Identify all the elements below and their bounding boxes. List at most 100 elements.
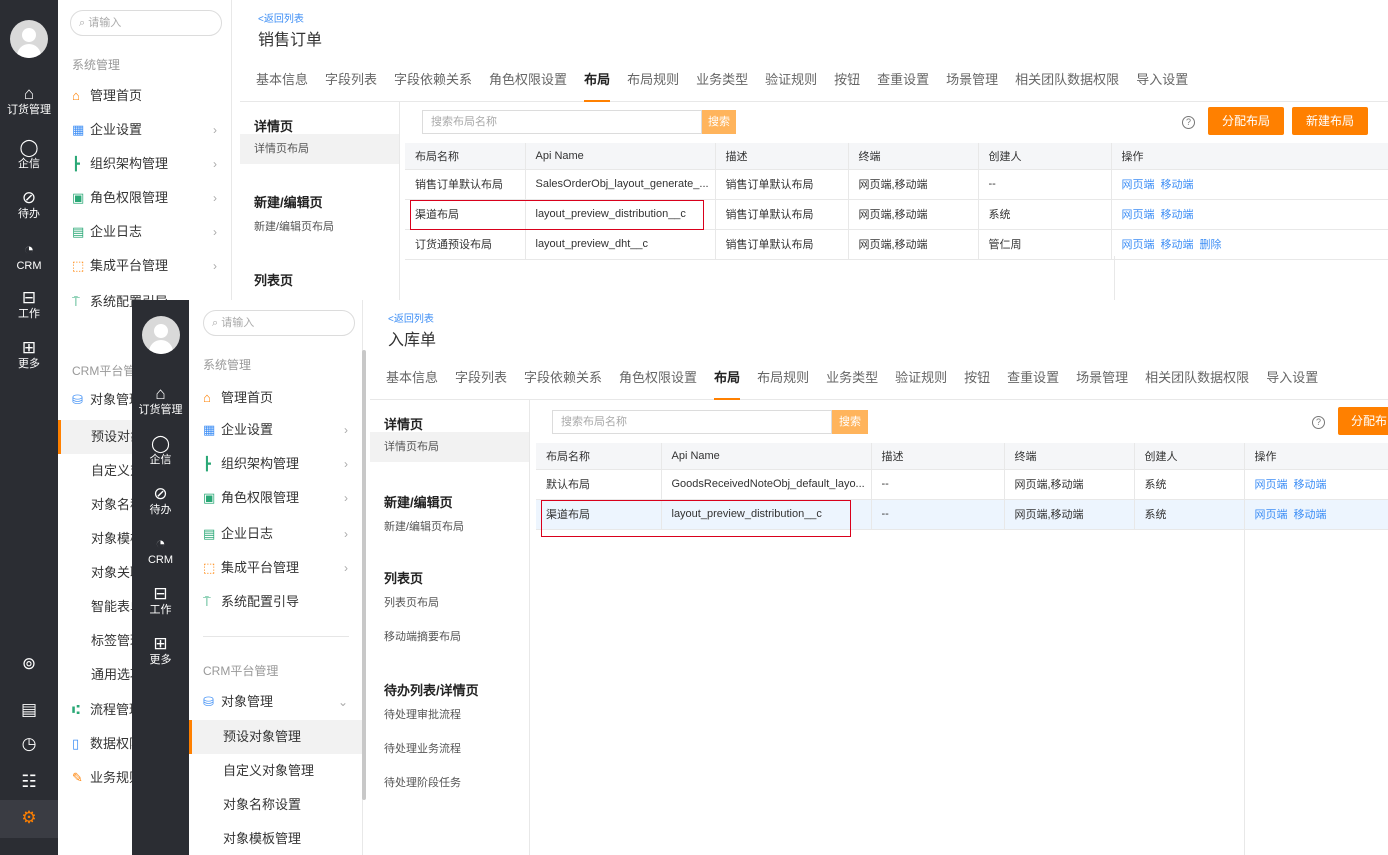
list-page-layout-item[interactable]: 列表页布局 — [384, 588, 439, 618]
mobile-layout-link[interactable]: 移动端 — [1161, 239, 1194, 251]
sidebar-scrollbar[interactable] — [362, 350, 366, 800]
rail-ordering[interactable]: ⌂ 订货管理 — [0, 84, 58, 117]
menu-config-guide[interactable]: ⍑ 系统配置引导 — [203, 586, 348, 618]
menu-smart-form[interactable]: 智能表单 — [58, 590, 143, 624]
sidebar-search-input[interactable]: ⌕ 请输入 — [203, 310, 355, 336]
tab-team-data-perm[interactable]: 相关团队数据权限 — [1015, 58, 1119, 102]
menu-object-template[interactable]: 对象模板 — [58, 522, 143, 556]
menu-object-relation[interactable]: 对象关联 — [58, 556, 143, 590]
tab-scene-mgmt[interactable]: 场景管理 — [946, 58, 998, 102]
back-to-list-link[interactable]: <返回列表 — [388, 310, 434, 325]
sidebar-search-input[interactable]: ⌕ 请输入 — [70, 10, 222, 36]
detail-page-layout-item[interactable]: 详情页布局 — [370, 432, 529, 462]
menu-log[interactable]: ▤ 企业日志 › — [72, 216, 217, 248]
menu-org[interactable]: ┣ 组织架构管理 › — [72, 148, 217, 180]
tab-import-settings[interactable]: 导入设置 — [1266, 356, 1318, 400]
tab-layout-rules[interactable]: 布局规则 — [627, 58, 679, 102]
menu-preset-object[interactable]: 预设对象 — [58, 420, 143, 454]
web-layout-link[interactable]: 网页端 — [1122, 209, 1155, 221]
help-icon[interactable]: ⊚ — [0, 654, 58, 674]
tab-field-list[interactable]: 字段列表 — [455, 356, 507, 400]
menu-tag-mgmt[interactable]: 标签管理 — [58, 624, 143, 658]
tab-duplicate-check[interactable]: 查重设置 — [1007, 356, 1059, 400]
rail-crm[interactable]: ◔ CRM — [132, 534, 189, 567]
help-icon[interactable]: ? — [1312, 416, 1325, 429]
settings-gear-icon[interactable]: ⚙ — [0, 808, 58, 828]
tab-basic-info[interactable]: 基本信息 — [386, 356, 438, 400]
mobile-layout-link[interactable]: 移动端 — [1294, 509, 1327, 521]
menu-home[interactable]: ⌂ 管理首页 — [72, 80, 217, 112]
web-layout-link[interactable]: 网页端 — [1122, 179, 1155, 191]
tab-field-list[interactable]: 字段列表 — [325, 58, 377, 102]
pending-approval-item[interactable]: 待处理审批流程 — [384, 700, 461, 730]
menu-custom-object-mgmt[interactable]: 自定义对象管理 — [189, 754, 362, 788]
search-button[interactable]: 搜索 — [832, 410, 868, 434]
pending-stage-task-item[interactable]: 待处理阶段任务 — [384, 768, 461, 798]
menu-integration[interactable]: ⬚ 集成平台管理 › — [203, 552, 348, 584]
rail-messages[interactable]: ◯ 企信 — [0, 138, 58, 171]
menu-org[interactable]: ┣ 组织架构管理 › — [203, 448, 348, 480]
document-icon[interactable]: ▤ — [0, 700, 58, 720]
edit-page-layout-item[interactable]: 新建/编辑页布局 — [254, 212, 334, 242]
tab-buttons[interactable]: 按钮 — [834, 58, 860, 102]
search-button[interactable]: 搜索 — [702, 110, 736, 134]
menu-roles[interactable]: ▣ 角色权限管理 › — [72, 182, 217, 214]
tab-basic-info[interactable]: 基本信息 — [256, 58, 308, 102]
help-icon[interactable]: ? — [1182, 116, 1195, 129]
mobile-summary-layout-item[interactable]: 移动端摘要布局 — [384, 622, 461, 652]
tab-scene-mgmt[interactable]: 场景管理 — [1076, 356, 1128, 400]
assign-layout-button[interactable]: 分配布 — [1338, 407, 1388, 435]
menu-object-name-settings[interactable]: 对象名称设置 — [189, 788, 362, 822]
clock-icon[interactable]: ◷ — [0, 734, 58, 754]
web-layout-link[interactable]: 网页端 — [1255, 509, 1288, 521]
tab-import-settings[interactable]: 导入设置 — [1136, 58, 1188, 102]
menu-object-mgmt[interactable]: ⛁ 对象管理 ⌄ — [203, 686, 348, 718]
menu-home[interactable]: ⌂ 管理首页 — [203, 382, 348, 414]
pending-business-flow-item[interactable]: 待处理业务流程 — [384, 734, 461, 764]
menu-object-template-mgmt[interactable]: 对象模板管理 — [189, 822, 362, 855]
rail-messages[interactable]: ◯ 企信 — [132, 434, 189, 467]
tab-business-type[interactable]: 业务类型 — [826, 356, 878, 400]
menu-enterprise[interactable]: ▦ 企业设置 › — [72, 114, 217, 146]
tab-field-dependency[interactable]: 字段依赖关系 — [524, 356, 602, 400]
menu-enterprise[interactable]: ▦ 企业设置 › — [203, 414, 348, 446]
menu-custom-object[interactable]: 自定义对 — [58, 454, 143, 488]
rail-todo[interactable]: ⊘ 待办 — [132, 484, 189, 517]
tab-buttons[interactable]: 按钮 — [964, 356, 990, 400]
rail-work[interactable]: ⊟ 工作 — [0, 288, 58, 321]
menu-log[interactable]: ▤ 企业日志 › — [203, 518, 348, 550]
tab-team-data-perm[interactable]: 相关团队数据权限 — [1145, 356, 1249, 400]
rail-ordering[interactable]: ⌂ 订货管理 — [132, 384, 189, 417]
web-layout-link[interactable]: 网页端 — [1255, 479, 1288, 491]
assign-layout-button[interactable]: 分配布局 — [1208, 107, 1284, 135]
layout-search-input[interactable]: 搜索布局名称 — [552, 410, 832, 434]
tab-role-permission[interactable]: 角色权限设置 — [619, 356, 697, 400]
layout-search-input[interactable]: 搜索布局名称 — [422, 110, 702, 134]
contacts-icon[interactable]: ☷ — [0, 772, 58, 792]
rail-crm[interactable]: ◔ CRM — [0, 240, 58, 273]
table-row[interactable]: 默认布局 GoodsReceivedNoteObj_default_layo..… — [536, 469, 1388, 500]
tab-layout[interactable]: 布局 — [714, 356, 741, 400]
web-layout-link[interactable]: 网页端 — [1122, 239, 1155, 251]
detail-page-layout-item[interactable]: 详情页布局 — [240, 134, 399, 164]
avatar[interactable] — [142, 316, 180, 354]
rail-work[interactable]: ⊟ 工作 — [132, 584, 189, 617]
mobile-layout-link[interactable]: 移动端 — [1294, 479, 1327, 491]
menu-roles[interactable]: ▣ 角色权限管理 › — [203, 482, 348, 514]
new-layout-button[interactable]: 新建布局 — [1292, 107, 1368, 135]
tab-role-permission[interactable]: 角色权限设置 — [489, 58, 567, 102]
tab-validation-rules[interactable]: 验证规则 — [765, 58, 817, 102]
menu-object-name[interactable]: 对象名称 — [58, 488, 143, 522]
menu-integration[interactable]: ⬚ 集成平台管理 › — [72, 250, 217, 282]
menu-preset-object-mgmt[interactable]: 预设对象管理 — [189, 720, 362, 754]
rail-more[interactable]: ⊞ 更多 — [132, 634, 189, 667]
mobile-layout-link[interactable]: 移动端 — [1161, 209, 1194, 221]
tab-field-dependency[interactable]: 字段依赖关系 — [394, 58, 472, 102]
tab-business-type[interactable]: 业务类型 — [696, 58, 748, 102]
mobile-layout-link[interactable]: 移动端 — [1161, 179, 1194, 191]
table-row[interactable]: 销售订单默认布局 SalesOrderObj_layout_generate_.… — [405, 169, 1388, 200]
rail-todo[interactable]: ⊘ 待办 — [0, 188, 58, 221]
tab-layout[interactable]: 布局 — [584, 58, 611, 102]
tab-layout-rules[interactable]: 布局规则 — [757, 356, 809, 400]
tab-duplicate-check[interactable]: 查重设置 — [877, 58, 929, 102]
